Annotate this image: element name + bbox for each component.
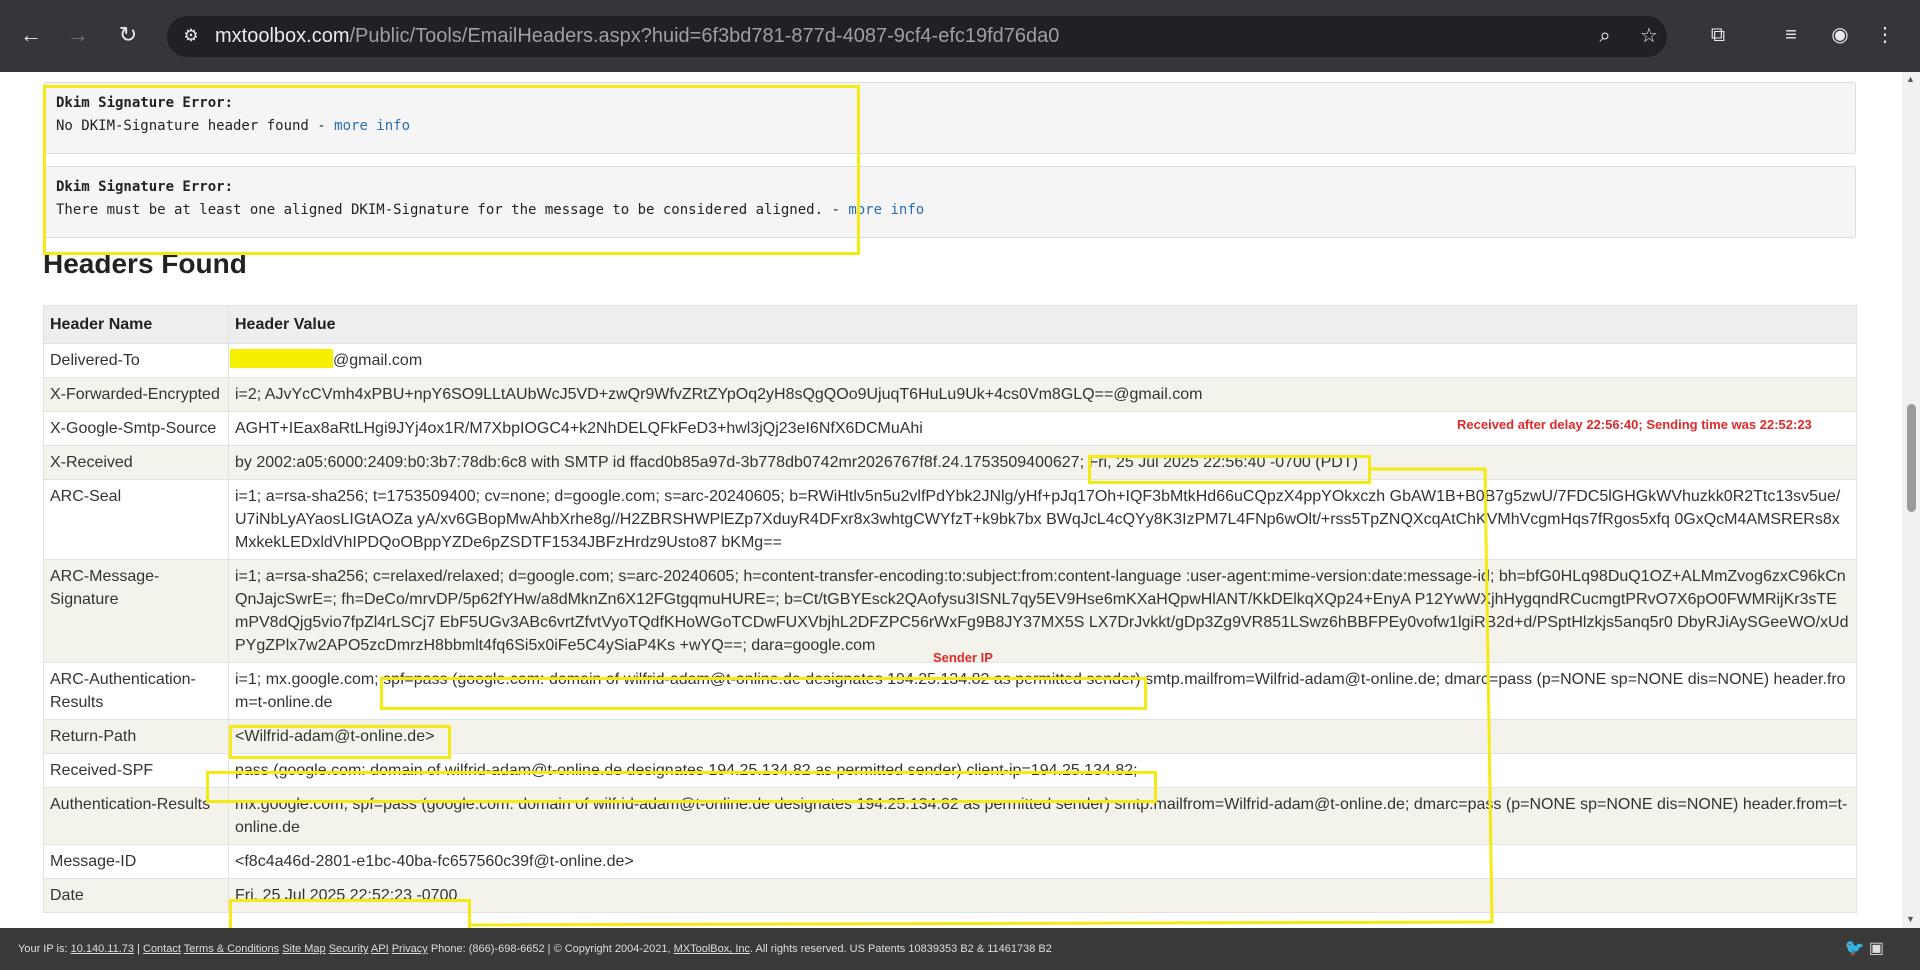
star-icon[interactable]: ☆ <box>1634 21 1664 51</box>
url-path: /Public/Tools/EmailHeaders.aspx?huid=6f3… <box>349 25 1060 47</box>
footer-link-terms[interactable]: Terms & Conditions <box>184 943 279 955</box>
zoom-icon[interactable]: ⌕ <box>1590 21 1620 51</box>
browser-toolbar: ← → ↻ ⚙ mxtoolbox.com/Public/Tools/Email… <box>0 0 1920 72</box>
profile-icon[interactable]: ◉ <box>1825 20 1855 50</box>
blog-icon[interactable]: ▣ <box>1869 940 1884 957</box>
footer-phone: Phone: (866)-698-6652 <box>430 943 545 955</box>
url-host: mxtoolbox.com <box>215 25 350 47</box>
footer-link-security[interactable]: Security <box>329 943 369 955</box>
reload-icon[interactable]: ↻ <box>113 20 143 50</box>
connector-line <box>469 467 1494 927</box>
ip-link[interactable]: 10.140.11.73 <box>71 943 134 955</box>
scroll-up-icon[interactable]: ▲ <box>1906 74 1915 84</box>
footer-rights: . All rights reserved. US Patents 108393… <box>750 943 1052 955</box>
twitter-icon[interactable]: 🐦 <box>1845 940 1865 957</box>
footer-company-link[interactable]: MXToolBox, Inc <box>674 943 750 955</box>
annotation-lines <box>469 467 1494 927</box>
back-icon[interactable]: ← <box>16 20 46 50</box>
extensions-icon[interactable]: ⧉ <box>1703 20 1733 50</box>
footer-link-api[interactable]: API <box>371 943 389 955</box>
ip-label: Your IP is: <box>18 943 71 955</box>
page-content: Dkim Signature Error: No DKIM-Signature … <box>0 72 1902 928</box>
footer-link-contact[interactable]: Contact <box>143 943 181 955</box>
footer-link-sitemap[interactable]: Site Map <box>282 943 325 955</box>
scroll-down-icon[interactable]: ▼ <box>1906 914 1915 924</box>
forward-icon[interactable]: → <box>63 20 93 50</box>
scroll-thumb[interactable] <box>1907 404 1916 512</box>
footer-copyright: © Copyright 2004-2021, <box>553 943 674 955</box>
media-icon[interactable]: ≡ <box>1776 20 1806 50</box>
site-settings-icon[interactable]: ⚙ <box>176 21 206 51</box>
site-footer: Your IP is: 10.140.11.73 | Contact Terms… <box>0 928 1920 970</box>
footer-link-privacy[interactable]: Privacy <box>392 943 428 955</box>
url-text[interactable]: mxtoolbox.com/Public/Tools/EmailHeaders.… <box>215 16 1059 57</box>
menu-icon[interactable]: ⋮ <box>1870 20 1900 50</box>
address-bar[interactable]: ⚙ mxtoolbox.com/Public/Tools/EmailHeader… <box>167 16 1667 57</box>
scrollbar[interactable]: ▲ ▼ <box>1902 72 1920 928</box>
